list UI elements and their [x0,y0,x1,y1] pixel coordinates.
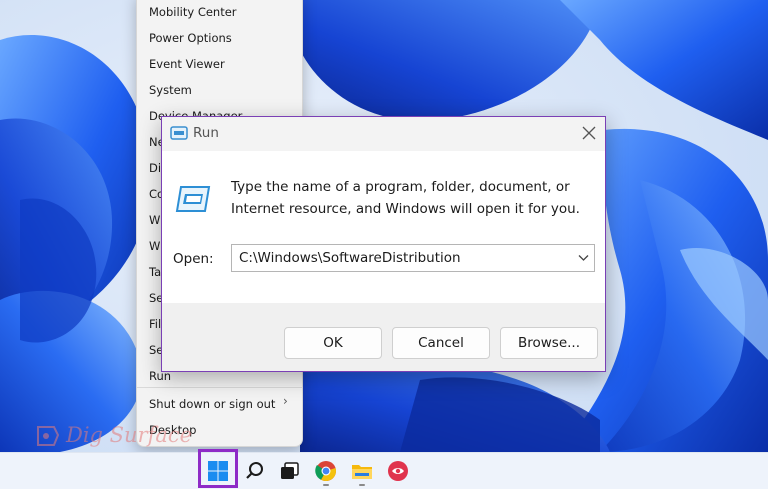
menu-item-event-viewer[interactable]: Event Viewer [149,55,225,73]
run-titlebar[interactable]: Run [162,117,605,151]
menu-item-system[interactable]: System [149,81,192,99]
taskbar [0,452,768,489]
run-program-icon [175,186,211,212]
close-icon[interactable] [580,124,598,142]
run-description-line2: Internet resource, and Windows will open… [231,201,580,217]
task-view-icon[interactable] [279,460,301,482]
file-explorer-icon[interactable] [351,460,373,482]
menu-item-shut-down[interactable]: Shut down or sign out [149,395,275,413]
open-label: Open: [173,251,214,267]
watermark-logo-icon [37,426,60,446]
cancel-button[interactable]: Cancel [392,327,490,359]
running-indicator [359,484,365,486]
app-icon[interactable] [387,460,409,482]
run-icon [170,126,188,140]
run-title: Run [193,125,219,141]
run-dialog: Run Type the name of a program, folder, … [161,116,606,372]
watermark: Dig Surface [34,423,194,449]
running-indicator [323,484,329,486]
browse-button[interactable]: Browse... [500,327,598,359]
ok-button[interactable]: OK [284,327,382,359]
start-button-highlight [198,449,238,488]
chrome-icon[interactable] [315,460,337,482]
open-input[interactable] [232,245,568,271]
menu-item-power-options[interactable]: Power Options [149,29,232,47]
run-body: Type the name of a program, folder, docu… [162,151,605,303]
open-combobox[interactable] [231,244,595,272]
chevron-down-icon[interactable] [578,254,589,262]
search-icon[interactable] [244,460,266,482]
menu-separator [137,387,302,388]
menu-item-mobility-center[interactable]: Mobility Center [149,3,237,21]
run-description-line1: Type the name of a program, folder, docu… [231,179,570,195]
chevron-right-icon: › [283,394,288,408]
watermark-text: Dig Surface [66,423,193,447]
